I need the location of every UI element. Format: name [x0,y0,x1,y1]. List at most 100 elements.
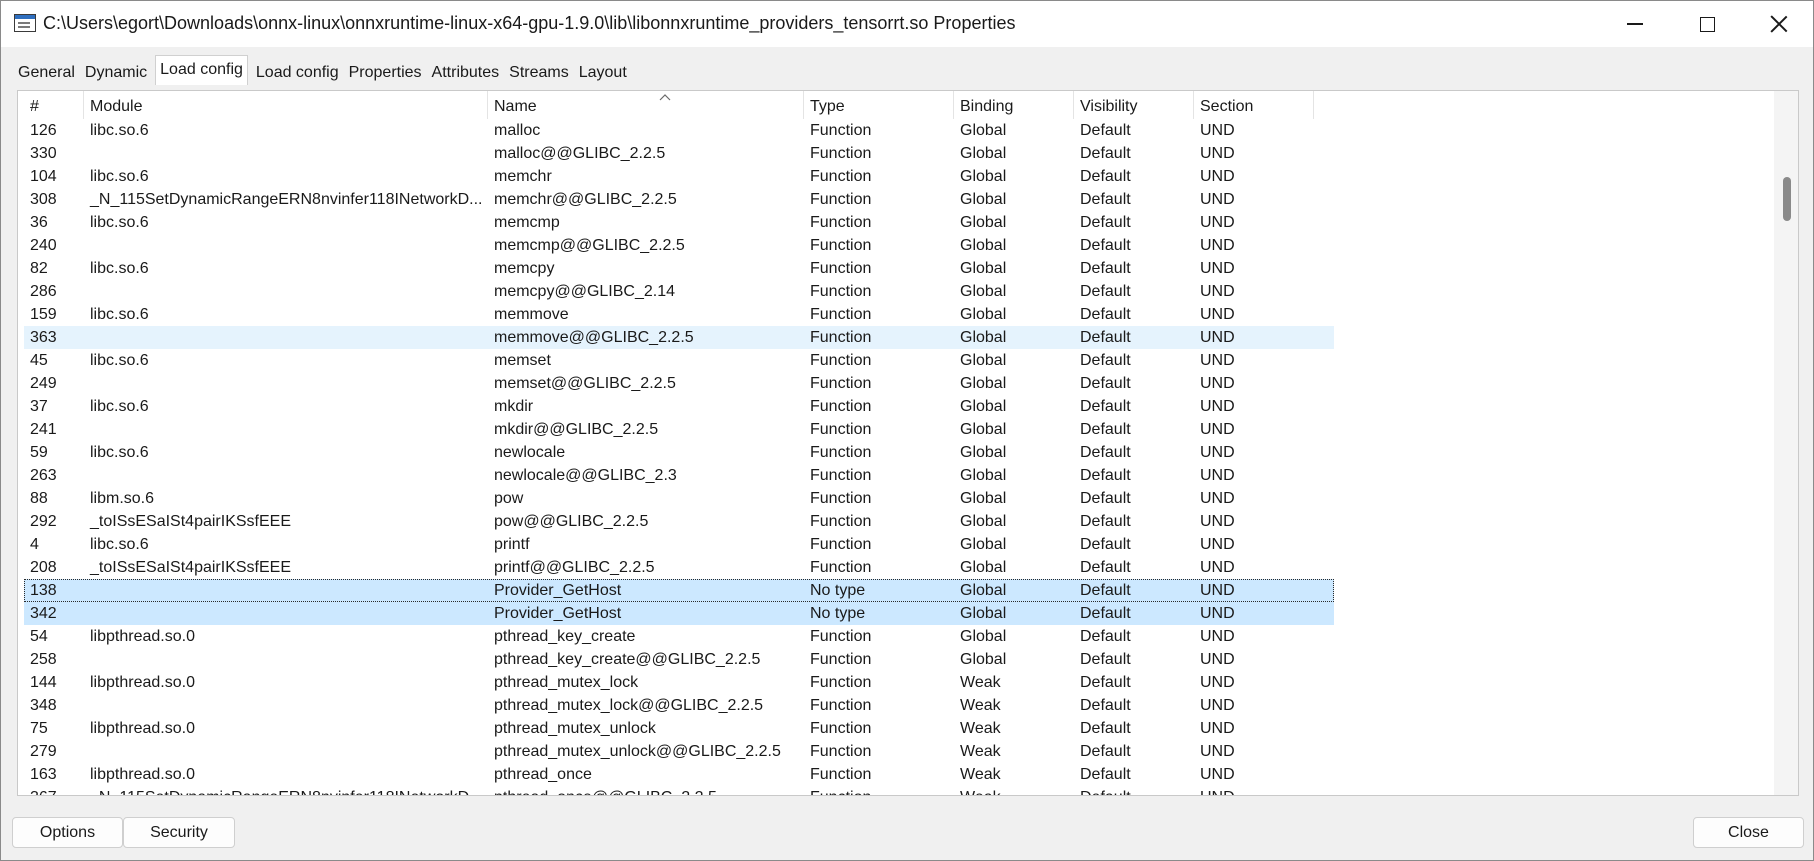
cell-type: Function [810,467,872,484]
cell-module [84,579,488,602]
table-row[interactable]: 163 libpthread.so.0 pthread_once Function We… [24,763,1334,786]
column-header-visibility[interactable]: Visibility [1074,91,1194,119]
table-row[interactable]: 88 libm.so.6 pow Function Global Default UND [24,487,1334,510]
cell-binding: Global [960,513,1007,530]
cell-visibility: Default [1080,214,1131,231]
cell-binding: Global [960,628,1007,645]
table-row[interactable]: 159 libc.so.6 memmove Function Global Default… [24,303,1334,326]
table-row[interactable]: 240 memcmp@@GLIBC_2.2.5 Function Global Defa… [24,234,1334,257]
close-button[interactable]: Close [1693,817,1804,848]
table-row[interactable]: 363 memmove@@GLIBC_2.2.5 Function Global Def… [24,326,1334,349]
cell-binding: Weak [960,674,1001,691]
table-row[interactable]: 45 libc.so.6 memset Function Global Default UN… [24,349,1334,372]
title-bar[interactable]: C:\Users\egort\Downloads\onnx-linux\onnx… [1,1,1813,47]
vertical-scrollbar[interactable] [1774,91,1798,795]
cell-module: _N_115SetDynamicRangeERN8nvinfer118INetw… [84,786,488,795]
column-header-module[interactable]: Module [84,91,488,119]
cell-name: memcmp@@GLIBC_2.2.5 [494,237,685,254]
table-row[interactable]: 263 newlocale@@GLIBC_2.3 Function Global Def… [24,464,1334,487]
cell-num: 342 [30,605,57,622]
tab-streams[interactable]: Streams [507,60,571,85]
cell-section: UND [1200,490,1235,507]
table-row[interactable]: 258 pthread_key_create@@GLIBC_2.2.5 Functi… [24,648,1334,671]
cell-binding: Global [960,421,1007,438]
table-row[interactable]: 241 mkdir@@GLIBC_2.2.5 Function Global Defau… [24,418,1334,441]
cell-section: UND [1200,743,1235,760]
column-header-num[interactable]: # [24,91,84,119]
tab-attributes[interactable]: Attributes [430,60,502,85]
cell-section: UND [1200,122,1235,139]
cell-type: Function [810,536,872,553]
table-row[interactable]: 75 libpthread.so.0 pthread_mutex_unlock Fun… [24,717,1334,740]
table-row[interactable]: 104 libc.so.6 memchr Function Global Default U… [24,165,1334,188]
table-row[interactable]: 279 pthread_mutex_unlock@@GLIBC_2.2.5 Func… [24,740,1334,763]
table-row[interactable]: 82 libc.so.6 memcpy Function Global Default UN… [24,257,1334,280]
cell-type: Function [810,398,872,415]
table-row[interactable]: 36 libc.so.6 memcmp Function Global Default UN… [24,211,1334,234]
cell-name: Provider_GetHost [494,605,622,622]
cell-visibility: Default [1080,122,1131,139]
tab-general[interactable]: General [16,60,77,85]
table-row[interactable]: 292 _toISsESaISt4pairIKSsfEEE pow@@GLIBC_2… [24,510,1334,533]
column-header-section[interactable]: Section [1194,91,1314,119]
close-window-button[interactable] [1743,1,1814,47]
cell-name: mkdir [494,398,534,415]
minimize-icon [1627,23,1643,25]
table-row[interactable]: 342 Provider_GetHost No type Global Default U… [24,602,1334,625]
cell-name: memset [494,352,551,369]
table-row[interactable]: 4 libc.so.6 printf Function Global Default UND [24,533,1334,556]
column-header-binding[interactable]: Binding [954,91,1074,119]
tab-dynamic[interactable]: Dynamic [83,60,149,85]
cell-name: pow@@GLIBC_2.2.5 [494,513,649,530]
table-row[interactable]: 330 malloc@@GLIBC_2.2.5 Function Global Defa… [24,142,1334,165]
table-row[interactable]: 308 _N_115SetDynamicRangeERN8nvinfer118IN… [24,188,1334,211]
table-row[interactable]: 286 memcpy@@GLIBC_2.14 Function Global Defau… [24,280,1334,303]
cell-binding: Global [960,444,1007,461]
cell-num: 208 [30,559,57,576]
cell-num: 292 [30,513,57,530]
table-row[interactable]: 144 libpthread.so.0 pthread_mutex_lock Func… [24,671,1334,694]
cell-num: 330 [30,145,57,162]
maximize-button[interactable] [1671,1,1743,47]
cell-binding: Global [960,191,1007,208]
tab-layout[interactable]: Layout [577,60,629,85]
column-header-name[interactable]: Name [488,91,804,119]
table-row[interactable]: 138 Provider_GetHost No type Global Default U… [24,579,1334,602]
cell-section: UND [1200,674,1235,691]
tab-load-config-active[interactable]: Load config [155,55,248,85]
cell-type: Function [810,260,872,277]
tab-strip: General Dynamic Load config Load config … [16,55,635,85]
cell-module: _toISsESaISt4pairIKSsfEEE [90,559,291,576]
minimize-button[interactable] [1599,1,1671,47]
cell-binding: Global [960,536,1007,553]
cell-name: pow [494,490,524,507]
table-row[interactable]: 37 libc.so.6 mkdir Function Global Default UND [24,395,1334,418]
table-row[interactable]: 249 memset@@GLIBC_2.2.5 Function Global Defa… [24,372,1334,395]
cell-type: Function [810,214,872,231]
table-row[interactable]: 208 _toISsESaISt4pairIKSsfEEE printf@@GLIB… [24,556,1334,579]
tab-load-config[interactable]: Load config [254,60,341,85]
cell-num: 75 [30,720,48,737]
cell-num: 241 [30,421,57,438]
cell-num: 159 [30,306,57,323]
cell-module [84,372,488,395]
table-row[interactable]: 348 pthread_mutex_lock@@GLIBC_2.2.5 Functi… [24,694,1334,717]
table-row[interactable]: 54 libpthread.so.0 pthread_key_create Funct… [24,625,1334,648]
cell-module: libpthread.so.0 [90,720,195,737]
cell-visibility: Default [1080,329,1131,346]
column-header-type[interactable]: Type [804,91,954,119]
tab-properties[interactable]: Properties [347,60,424,85]
cell-name: malloc@@GLIBC_2.2.5 [494,145,666,162]
cell-name: memmove@@GLIBC_2.2.5 [494,329,694,346]
scrollbar-thumb[interactable] [1783,177,1791,221]
cell-type: Function [804,786,954,795]
cell-section: UND [1200,260,1235,277]
cell-binding: Weak [960,720,1001,737]
table-row[interactable]: 126 libc.so.6 malloc Function Global Default U… [24,119,1334,142]
security-button[interactable]: Security [123,817,235,848]
options-button[interactable]: Options [12,817,123,848]
table-row[interactable]: 367_N_115SetDynamicRangeERN8nvinfer118IN… [24,786,1334,795]
cell-binding: Global [960,283,1007,300]
cell-binding: Global [960,122,1007,139]
table-row[interactable]: 59 libc.so.6 newlocale Function Global Defaul… [24,441,1334,464]
